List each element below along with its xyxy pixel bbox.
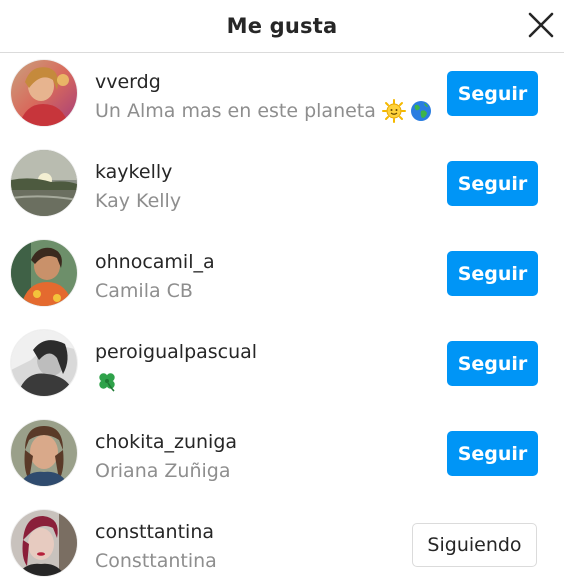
full-name-text: Camila CB <box>95 280 193 302</box>
full-name-text: Oriana Zuñiga <box>95 460 231 482</box>
full-name: Kay Kelly <box>95 189 181 213</box>
follow-button[interactable]: Seguir <box>447 251 538 296</box>
username[interactable]: vverdg <box>95 70 161 94</box>
dialog-header: Me gusta <box>0 0 564 53</box>
list-item: ohnocamil_a Camila CB Seguir <box>0 233 564 323</box>
full-name: Oriana Zuñiga <box>95 459 231 483</box>
emoji-group <box>381 99 436 123</box>
username[interactable]: ohnocamil_a <box>95 250 215 274</box>
full-name-text: Consttantina <box>95 550 217 572</box>
avatar[interactable] <box>11 510 77 576</box>
close-button[interactable] <box>522 6 560 44</box>
list-item: vverdg Un Alma mas en este planeta Segui… <box>0 53 564 143</box>
likes-dialog: Me gusta vverdg Un Alma mas en este plan… <box>0 0 564 577</box>
full-name-text: Un Alma mas en este planeta <box>95 100 376 122</box>
globe-emoji <box>409 99 433 123</box>
full-name-text: Kay Kelly <box>95 190 182 212</box>
full-name: Camila CB <box>95 279 193 303</box>
list-item: kaykelly Kay Kelly Seguir <box>0 143 564 233</box>
username[interactable]: chokita_zuniga <box>95 430 237 454</box>
follow-button[interactable]: Seguir <box>447 431 538 476</box>
list-item: peroigualpascual Seguir <box>0 323 564 413</box>
full-name: Consttantina <box>95 549 217 573</box>
four-leaf-clover-emoji <box>95 369 119 393</box>
avatar[interactable] <box>11 420 77 486</box>
full-name <box>95 369 119 393</box>
following-button[interactable]: Siguiendo <box>412 523 537 567</box>
username[interactable]: peroigualpascual <box>95 340 257 364</box>
avatar[interactable] <box>11 60 77 126</box>
list-item: consttantina Consttantina Siguiendo <box>0 503 564 577</box>
dialog-title: Me gusta <box>226 14 338 38</box>
follow-button[interactable]: Seguir <box>447 71 538 116</box>
avatar[interactable] <box>11 330 77 396</box>
follow-button[interactable]: Seguir <box>447 161 538 206</box>
follow-button[interactable]: Seguir <box>447 341 538 386</box>
close-icon <box>528 12 554 38</box>
list-item: chokita_zuniga Oriana Zuñiga Seguir <box>0 413 564 503</box>
avatar[interactable] <box>11 240 77 306</box>
sun-with-face-emoji <box>381 99 406 123</box>
username[interactable]: consttantina <box>95 520 214 544</box>
username[interactable]: kaykelly <box>95 160 172 184</box>
full-name: Un Alma mas en este planeta <box>95 99 436 123</box>
avatar[interactable] <box>11 150 77 216</box>
